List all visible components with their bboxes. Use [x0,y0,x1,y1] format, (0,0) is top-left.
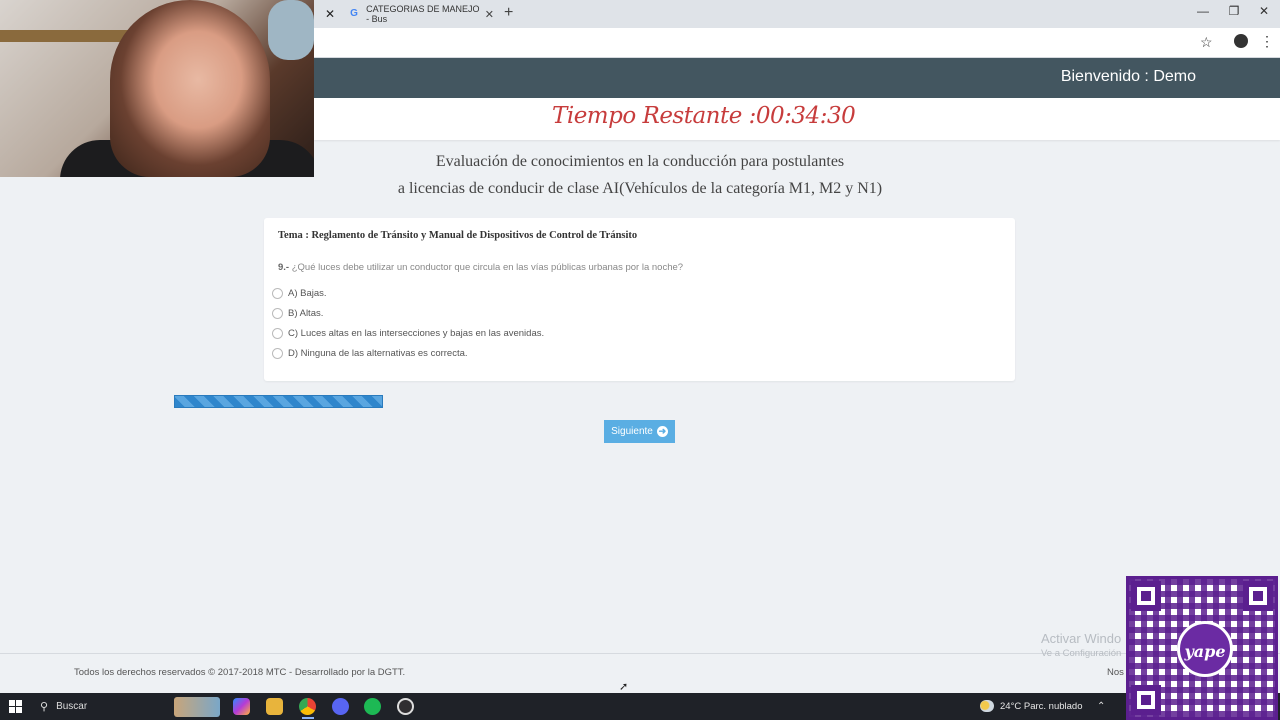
webcam-overlay [0,0,314,177]
question-topic: Tema : Reglamento de Tránsito y Manual d… [278,230,638,241]
activate-windows-subtitle: Ve a Configuración [1041,648,1122,659]
windows-start-icon[interactable] [9,700,22,713]
discord-icon[interactable] [332,698,349,715]
taskbar-weather[interactable]: 24°C Parc. nublado [980,700,1083,712]
progress-fill [174,395,384,408]
answer-option-b[interactable]: B) Altas. [272,308,323,319]
chrome-icon[interactable] [299,698,316,715]
address-bar[interactable] [314,28,1280,58]
activate-windows-watermark: Activar Windo [1041,631,1122,646]
answer-option-d[interactable]: D) Ninguna de las alternativas es correc… [272,348,468,359]
welcome-text: Bienvenido : Demo [1060,68,1196,85]
answer-option-label: D) Ninguna de las alternativas es correc… [288,348,468,359]
footer-link[interactable]: Nos [1107,667,1124,678]
radio-a[interactable] [272,288,283,299]
question-body: ¿Qué luces debe utilizar un conductor qu… [291,262,684,273]
next-button-label: Siguiente [611,426,653,437]
radio-c[interactable] [272,328,283,339]
partly-cloudy-icon [980,700,994,712]
answer-option-c[interactable]: C) Luces altas en las intersecciones y b… [272,328,544,339]
copilot-icon[interactable] [233,698,250,715]
remaining-time: Tiempo Restante :00:34:30 [552,103,856,129]
restore-button[interactable]: ❐ [1224,4,1244,18]
qr-finder-pattern [1243,581,1273,611]
yape-logo: yape [1177,621,1233,677]
file-explorer-icon[interactable] [266,698,283,715]
obs-icon[interactable] [397,698,414,715]
qr-finder-pattern [1131,685,1161,715]
google-g-icon: G [350,8,358,19]
footer-copyright: Todos los derechos reservados © 2017-201… [74,667,406,678]
search-label: Buscar [56,701,88,712]
radio-b[interactable] [272,308,283,319]
exam-title: Evaluación de conocimientos en la conduc… [314,148,966,202]
webcam-person [110,0,270,177]
answer-option-label: B) Altas. [288,308,324,319]
exam-progress-bar [174,395,1011,408]
timer-band: Tiempo Restante :00:34:30 [314,98,1280,140]
site-header: Bienvenido : Demo [314,58,1280,98]
weather-text: 24°C Parc. nublado [1000,700,1083,712]
answer-option-label: A) Bajas. [288,288,327,299]
spotify-icon[interactable] [364,698,381,715]
qr-finder-pattern [1131,581,1161,611]
star-icon[interactable]: ☆ [1200,34,1213,51]
chevron-up-icon[interactable]: ⌃ [1097,701,1105,712]
profile-avatar-icon[interactable] [1234,34,1248,48]
webcam-background-toy [268,0,314,60]
mouse-cursor-icon: ➚ [619,681,629,693]
windows-taskbar: ⚲ Buscar [0,693,1280,720]
arrow-right-icon: ➜ [656,426,668,437]
chrome-active-indicator [302,717,314,719]
taskbar-search[interactable]: ⚲ Buscar [32,693,224,720]
search-icon: ⚲ [40,701,49,713]
question-number: 9.- [278,262,290,273]
tab-title: CATEGORIAS DE MANEJO - Bus [366,4,480,24]
kebab-menu-icon[interactable]: ⋮ [1260,33,1274,50]
search-highlight-image [174,696,220,717]
answer-option-a[interactable]: A) Bajas. [272,288,327,299]
next-button[interactable]: Siguiente ➜ [604,420,675,443]
yape-qr-code: yape [1126,576,1278,720]
close-window-button[interactable]: ✕ [1254,4,1274,18]
exam-title-line-2: a licencias de conducir de clase AI(Vehí… [397,180,883,197]
close-tab-icon[interactable]: ✕ [485,8,494,21]
radio-d[interactable] [272,348,283,359]
exam-title-line-1: Evaluación de conocimientos en la conduc… [435,153,845,170]
new-tab-button[interactable]: + [504,4,513,22]
webcam-background-shelf [0,30,130,42]
question-text: 9.- ¿Qué luces debe utilizar un conducto… [278,262,683,273]
question-card: Tema : Reglamento de Tránsito y Manual d… [264,218,1015,381]
answer-option-label: C) Luces altas en las intersecciones y b… [288,328,545,339]
close-active-tab-icon[interactable]: ✕ [322,6,338,22]
minimize-button[interactable]: — [1193,4,1213,18]
browser-tab[interactable]: G CATEGORIAS DE MANEJO - Bus ✕ [342,0,500,28]
